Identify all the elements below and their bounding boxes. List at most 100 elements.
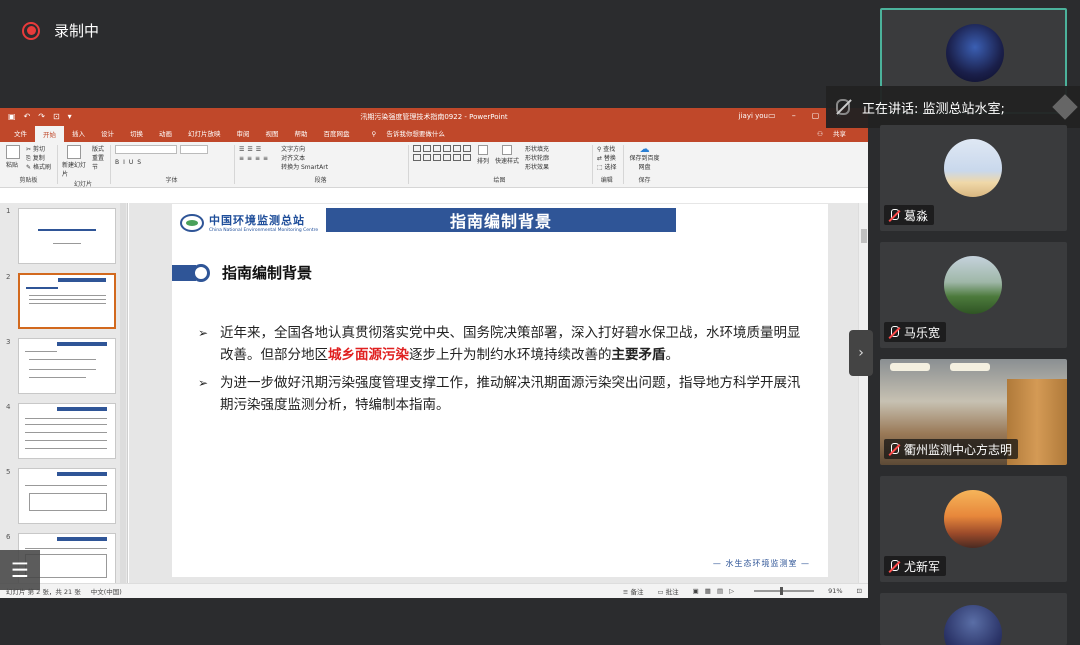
collapse-sidebar-button[interactable]: › (849, 330, 873, 376)
heading-text: 指南编制背景 (222, 264, 313, 282)
shapes-gallery[interactable] (412, 145, 471, 161)
font-group-label: 字体 (165, 177, 178, 184)
font-family-select[interactable] (114, 145, 177, 154)
paragraph-1-text: 近年来，全国各地认真贯彻落实党中央、国务院决策部署，深入打好碧水保卫战，水环境质… (220, 322, 803, 366)
slide-body: ➢ 近年来，全国各地认真贯彻落实党中央、国务院决策部署，深入打好碧水保卫战，水环… (198, 322, 803, 422)
ceiling-light (890, 363, 930, 371)
slide-heading: 指南编制背景 (172, 262, 312, 283)
tab-review[interactable]: 审阅 (229, 128, 258, 142)
thumbnails-scrollbar[interactable] (120, 203, 126, 583)
new-slide-label: 新建幻灯片 (61, 162, 86, 178)
tab-animations[interactable]: 动画 (151, 128, 180, 142)
shape-outline-button[interactable]: 形状轮廓 (525, 154, 549, 163)
share-button[interactable]: ⚇ 共享 (809, 128, 868, 142)
scroll-grip[interactable] (861, 229, 867, 243)
smartart-button[interactable]: 转换为 SmartArt (281, 163, 328, 172)
tell-me-search[interactable]: ⚲ 告诉我你想要做什么 (364, 128, 461, 142)
slide-thumbnails-pane: 1 2 3 4 5 6 (0, 203, 128, 589)
slide-footer: — 水生态环境监测室 — (712, 559, 810, 568)
tab-transitions[interactable]: 切换 (122, 128, 151, 142)
ppt-user-name[interactable]: jiayi you (739, 112, 768, 120)
paste-label: 粘贴 (6, 162, 19, 169)
mic-muted-icon (888, 208, 900, 222)
menu-icon[interactable]: ☰ (0, 550, 40, 590)
redo-icon[interactable]: ↷ (38, 112, 45, 121)
zoom-level[interactable]: 91% (828, 587, 842, 595)
current-slide[interactable]: 中国环境监测总站 China National Environmental Mo… (172, 204, 828, 577)
recording-indicator[interactable]: 录制中 (22, 20, 99, 41)
quick-access-toolbar: ▣ ↶ ↷ ⊡ ▾ (8, 112, 72, 121)
comments-button[interactable]: ▭ 批注 (657, 586, 678, 596)
tab-view[interactable]: 视图 (258, 128, 287, 142)
meeting-window: 录制中 ▣ ↶ ↷ ⊡ ▾ 汛期污染强度管理技术指南0922 - PowerPo… (0, 0, 1080, 645)
p1-end: 。 (665, 347, 680, 363)
participant-tile[interactable]: 葛淼 (880, 125, 1067, 231)
avatar (946, 24, 1004, 82)
editor-scrollbar[interactable] (858, 203, 868, 583)
fit-slide-icon[interactable]: ⊡ (857, 587, 862, 595)
view-buttons[interactable]: ▣▦▤▷ (693, 587, 740, 595)
cut-button[interactable]: ✂ 剪切 (26, 145, 51, 154)
paste-button[interactable]: 粘贴 (6, 145, 20, 170)
reset-button[interactable]: 重置 (92, 154, 104, 163)
present-icon[interactable]: ⊡ (53, 112, 60, 121)
undo-icon[interactable]: ↶ (24, 112, 31, 121)
thumb-number: 2 (6, 273, 11, 281)
slide-thumbnail-3[interactable] (18, 338, 116, 394)
tab-insert[interactable]: 插入 (64, 128, 93, 142)
save-icon[interactable]: ▣ (8, 112, 16, 121)
tab-baidu-netdisk[interactable]: 百度网盘 (316, 128, 358, 142)
align-text-button[interactable]: 对齐文本 (281, 154, 328, 163)
participant-tile[interactable]: 尤新军 (880, 476, 1067, 582)
tab-slideshow[interactable]: 幻灯片放映 (180, 128, 229, 142)
tab-help[interactable]: 帮助 (287, 128, 316, 142)
font-size-select[interactable] (179, 145, 208, 154)
participant-name: 尤新军 (904, 559, 941, 574)
shape-effects-button[interactable]: 形状效果 (525, 163, 549, 172)
tab-design[interactable]: 设计 (93, 128, 122, 142)
arrange-button[interactable]: 排列 (477, 145, 489, 166)
participant-tile[interactable] (880, 593, 1067, 645)
thumb-number: 4 (6, 403, 11, 411)
section-button[interactable]: 节 (92, 163, 104, 172)
ribbon-tabs: 文件 开始 插入 设计 切换 动画 幻灯片放映 审阅 视图 帮助 百度网盘 ⚲ … (0, 126, 868, 142)
quick-styles-button[interactable]: 快速样式 (495, 145, 519, 166)
notes-button[interactable]: ≡ 备注 (623, 586, 644, 596)
select-button[interactable]: ⬚ 选择 (597, 163, 617, 172)
chevron-right-icon: › (858, 345, 864, 361)
ribbon-group-clipboard: 粘贴 ✂ 剪切 ⎘ 复制 ✎ 格式刷 剪贴板 (6, 145, 58, 184)
ppt-title-bar: ▣ ↶ ↷ ⊡ ▾ 汛期污染强度管理技术指南0922 - PowerPoint … (0, 108, 868, 126)
slide-thumbnail-5[interactable] (18, 468, 116, 524)
language-indicator[interactable]: 中文(中国) (91, 586, 122, 596)
shape-fill-button[interactable]: 形状填充 (525, 145, 549, 154)
thumb-number: 3 (6, 338, 11, 346)
heading-ring-icon (192, 263, 210, 282)
new-slide-button[interactable]: 新建幻灯片 (62, 145, 86, 179)
replace-button[interactable]: ⇄ 替换 (597, 154, 617, 163)
slide-thumbnail-2[interactable] (18, 273, 116, 329)
layout-button[interactable]: 版式 (92, 145, 104, 154)
slide-thumbnail-1[interactable] (18, 208, 116, 264)
arrange-icon (477, 145, 488, 155)
copy-button[interactable]: ⎘ 复制 (26, 154, 51, 163)
save-netdisk-button[interactable]: ☁ 保存到百度网盘 (628, 145, 662, 172)
cloud-icon: ☁ (639, 144, 650, 155)
ribbon-group-slides: 新建幻灯片 版式 重置 节 幻灯片 (62, 145, 111, 188)
text-direction-button[interactable]: 文字方向 (281, 145, 328, 154)
participant-name: 马乐宽 (904, 325, 941, 340)
font-style-buttons[interactable]: BIUS (115, 158, 145, 167)
find-button[interactable]: ⚲ 查找 (597, 145, 617, 154)
format-painter-button[interactable]: ✎ 格式刷 (26, 163, 51, 172)
zoom-slider[interactable] (754, 587, 815, 595)
participant-tile[interactable]: 马乐宽 (880, 242, 1067, 348)
quick-styles-icon (501, 145, 512, 155)
paragraph-align-buttons[interactable]: ☰☰☰ ≡≡≡≡ (239, 145, 271, 163)
diamond-icon (1052, 94, 1078, 120)
bullet-paragraph-1: ➢ 近年来，全国各地认真贯彻落实党中央、国务院决策部署，深入打好碧水保卫战，水环… (198, 322, 803, 366)
slide-thumbnail-4[interactable] (18, 403, 116, 459)
participant-video-tile[interactable]: 衢州监测中心方志明 (880, 359, 1067, 465)
tab-file[interactable]: 文件 (6, 128, 35, 142)
participant-name: 葛淼 (904, 208, 929, 223)
tab-home[interactable]: 开始 (35, 126, 64, 142)
customize-icon[interactable]: ▾ (68, 112, 72, 121)
